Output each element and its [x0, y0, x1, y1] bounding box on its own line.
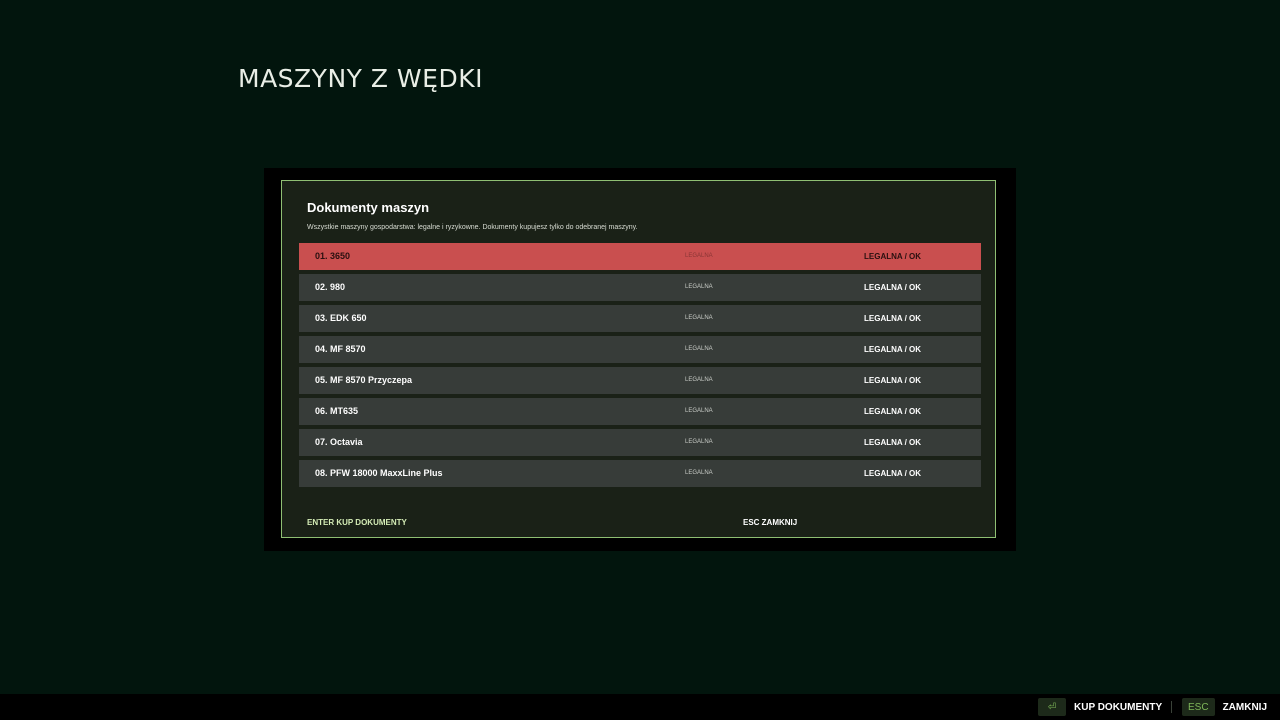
close-action[interactable]: ESC ZAMKNIJ	[743, 518, 797, 527]
enter-key-icon: ⏎	[1038, 698, 1066, 716]
machine-status: LEGALNA	[685, 315, 713, 321]
machine-row[interactable]: 06. MT635 LEGALNA LEGALNA / OK	[299, 398, 981, 425]
page-title: MASZYNY Z WĘDKI	[238, 64, 483, 93]
machine-row[interactable]: 02. 980 LEGALNA LEGALNA / OK	[299, 274, 981, 301]
machine-row[interactable]: 03. EDK 650 LEGALNA LEGALNA / OK	[299, 305, 981, 332]
machine-name: 05. MF 8570 Przyczepa	[315, 375, 413, 385]
machine-name: 02. 980	[315, 282, 346, 292]
machine-row[interactable]: 08. PFW 18000 MaxxLine Plus LEGALNA LEGA…	[299, 460, 981, 487]
machine-row[interactable]: 01. 3650 LEGALNA LEGALNA / OK	[299, 243, 981, 270]
input-hints-bar: ⏎ KUP DOKUMENTY ESC ZAMKNIJ	[0, 694, 1280, 720]
machine-name: 06. MT635	[315, 406, 359, 416]
machine-status: LEGALNA	[685, 408, 713, 414]
machine-name: 03. EDK 650	[315, 313, 367, 323]
close-hint[interactable]: ESC ZAMKNIJ	[1182, 698, 1267, 716]
machine-documents-status: LEGALNA / OK	[864, 345, 922, 354]
dialog-backdrop: Dokumenty maszyn Wszystkie maszyny gospo…	[264, 168, 1016, 551]
machine-row[interactable]: 04. MF 8570 LEGALNA LEGALNA / OK	[299, 336, 981, 363]
machine-name: 01. 3650	[315, 251, 351, 261]
machine-name: 04. MF 8570	[315, 344, 366, 354]
machine-status: LEGALNA	[685, 284, 713, 290]
machine-status: LEGALNA	[685, 439, 713, 445]
machine-name: 08. PFW 18000 MaxxLine Plus	[315, 468, 443, 478]
hint-divider	[1171, 701, 1172, 713]
machine-row[interactable]: 05. MF 8570 Przyczepa LEGALNA LEGALNA / …	[299, 367, 981, 394]
close-label: ZAMKNIJ	[1222, 701, 1268, 713]
buy-documents-hint[interactable]: ⏎ KUP DOKUMENTY	[1038, 698, 1162, 716]
dialog-subtitle: Wszystkie maszyny gospodarstwa: legalne …	[307, 224, 638, 231]
machine-documents-status: LEGALNA / OK	[864, 407, 922, 416]
machine-status: LEGALNA	[685, 346, 713, 352]
machine-documents-status: LEGALNA / OK	[864, 376, 922, 385]
machine-documents-dialog: Dokumenty maszyn Wszystkie maszyny gospo…	[281, 180, 996, 538]
dialog-title: Dokumenty maszyn	[307, 200, 430, 215]
machine-documents-status: LEGALNA / OK	[864, 469, 922, 478]
buy-documents-action[interactable]: ENTER KUP DOKUMENTY	[307, 518, 407, 527]
machine-documents-status: LEGALNA / OK	[864, 283, 922, 292]
machine-row[interactable]: 07. Octavia LEGALNA LEGALNA / OK	[299, 429, 981, 456]
machine-status: LEGALNA	[685, 470, 713, 476]
buy-documents-label: KUP DOKUMENTY	[1074, 701, 1163, 713]
machine-documents-status: LEGALNA / OK	[864, 438, 922, 447]
machine-status: LEGALNA	[685, 377, 713, 383]
machine-documents-status: LEGALNA / OK	[864, 252, 922, 261]
machine-documents-status: LEGALNA / OK	[864, 314, 922, 323]
machine-status: LEGALNA	[685, 253, 713, 259]
esc-key: ESC	[1182, 698, 1215, 716]
machine-list: 01. 3650 LEGALNA LEGALNA / OK 02. 980 LE…	[299, 243, 981, 491]
machine-name: 07. Octavia	[315, 437, 363, 447]
